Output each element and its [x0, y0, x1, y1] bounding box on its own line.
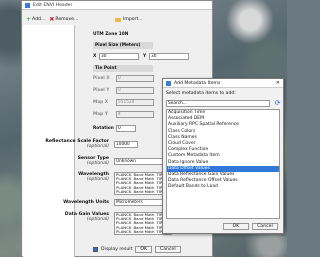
app-icon — [25, 2, 30, 8]
folder-icon — [115, 17, 121, 22]
wavelength-units-value: Micrometers — [116, 200, 143, 205]
app-icon — [166, 80, 171, 86]
metadata-cancel-button[interactable]: Cancel — [252, 223, 278, 230]
close-icon[interactable]: ✕ — [276, 80, 280, 86]
remove-label: Remove... — [55, 16, 79, 22]
metadata-title-bar: Add Metadata Items ✕ — [163, 79, 283, 88]
add-button[interactable]: + Add... — [25, 16, 46, 23]
list-item[interactable]: Default Bands to Load — [167, 184, 279, 190]
remove-icon: ✖ — [49, 15, 55, 23]
reflectance-label: Reflectance Scale Factor (optional) — [22, 139, 109, 149]
import-button[interactable]: Import... — [115, 17, 143, 22]
metadata-ok-button[interactable]: OK — [223, 223, 249, 230]
map-x-label: Map X — [93, 100, 109, 105]
wavelength-units-label: Wavelength Units — [63, 200, 109, 205]
tie-point-header: Tie Point — [93, 65, 153, 72]
pixel-size-x-field[interactable]: 30 — [99, 53, 139, 60]
metadata-instruction: Select metadata items to add: — [166, 91, 236, 96]
remove-button[interactable]: ✖ Remove... — [48, 16, 79, 23]
reflectance-field[interactable]: 10000 — [114, 141, 138, 148]
title-bar: Edit ENVI Header — [22, 1, 212, 10]
toolbar: + Add... ✖ Remove... — [23, 13, 78, 25]
wavelength-optional: (optional) — [86, 177, 109, 182]
display-result-label: Display result — [101, 247, 133, 252]
refresh-icon[interactable]: ⟳ — [273, 100, 282, 108]
metadata-buttons: OK Cancel — [223, 223, 278, 230]
table-cell: Band Math — [133, 228, 155, 234]
rotation-label: Rotation — [93, 126, 114, 131]
pixel-size-y-field[interactable]: 30 — [149, 53, 189, 60]
dialog-title: Edit ENVI Header — [33, 2, 73, 8]
metadata-search-input[interactable]: Search... — [166, 100, 270, 107]
pixel-x-axis-label: X — [93, 54, 97, 59]
sensor-type-label: Sensor Type (optional) — [22, 156, 109, 166]
utm-zone-label: UTM Zone 10N — [93, 32, 129, 37]
tie-pixel-y-field[interactable]: 0 — [116, 87, 154, 94]
table-cell: Band Math — [133, 188, 155, 194]
data-gain-label: Data Gain Values (optional) — [22, 212, 109, 222]
ok-button[interactable]: OK — [135, 246, 153, 253]
pixel-size-header: Pixel Size (Meters) — [93, 42, 153, 49]
display-result-checkbox[interactable] — [93, 247, 98, 252]
map-y-field[interactable]: 4 — [116, 111, 154, 118]
import-label: Import... — [123, 17, 143, 22]
tie-pixel-x-field[interactable]: 0 — [116, 75, 154, 82]
metadata-dialog-title: Add Metadata Items — [174, 80, 221, 86]
tie-pixel-y-label: Pixel Y — [93, 88, 110, 93]
table-cell: PLANCK — [116, 188, 132, 194]
add-metadata-dialog: Add Metadata Items ✕ Select metadata ite… — [162, 78, 284, 234]
sensor-type-optional: (optional) — [86, 161, 109, 166]
metadata-items-list[interactable]: Acquisition Time Associated DEM Auxiliary … — [166, 109, 280, 219]
add-label: Add... — [32, 16, 46, 22]
pixel-y-axis-label: Y — [143, 54, 147, 59]
rotation-field[interactable]: 0 — [116, 125, 136, 132]
table-cell: PLANCK — [116, 228, 132, 234]
data-gain-optional: (optional) — [86, 217, 109, 222]
dialog-footer: Display result OK Cancel — [93, 246, 181, 253]
wavelength-units-select[interactable]: Micrometers ▾ — [114, 199, 166, 206]
map-x-field[interactable]: 551520 — [116, 99, 154, 106]
plus-icon: + — [26, 15, 32, 23]
sensor-type-value: Unknown — [116, 159, 136, 164]
tie-pixel-x-label: Pixel X — [93, 76, 110, 81]
cancel-button[interactable]: Cancel — [155, 246, 181, 253]
sensor-type-select[interactable]: Unknown ▾ — [114, 158, 166, 165]
wavelength-label: Wavelength (optional) — [22, 172, 109, 182]
reflectance-optional: (optional) — [86, 144, 109, 149]
map-y-label: Map Y — [93, 112, 108, 117]
